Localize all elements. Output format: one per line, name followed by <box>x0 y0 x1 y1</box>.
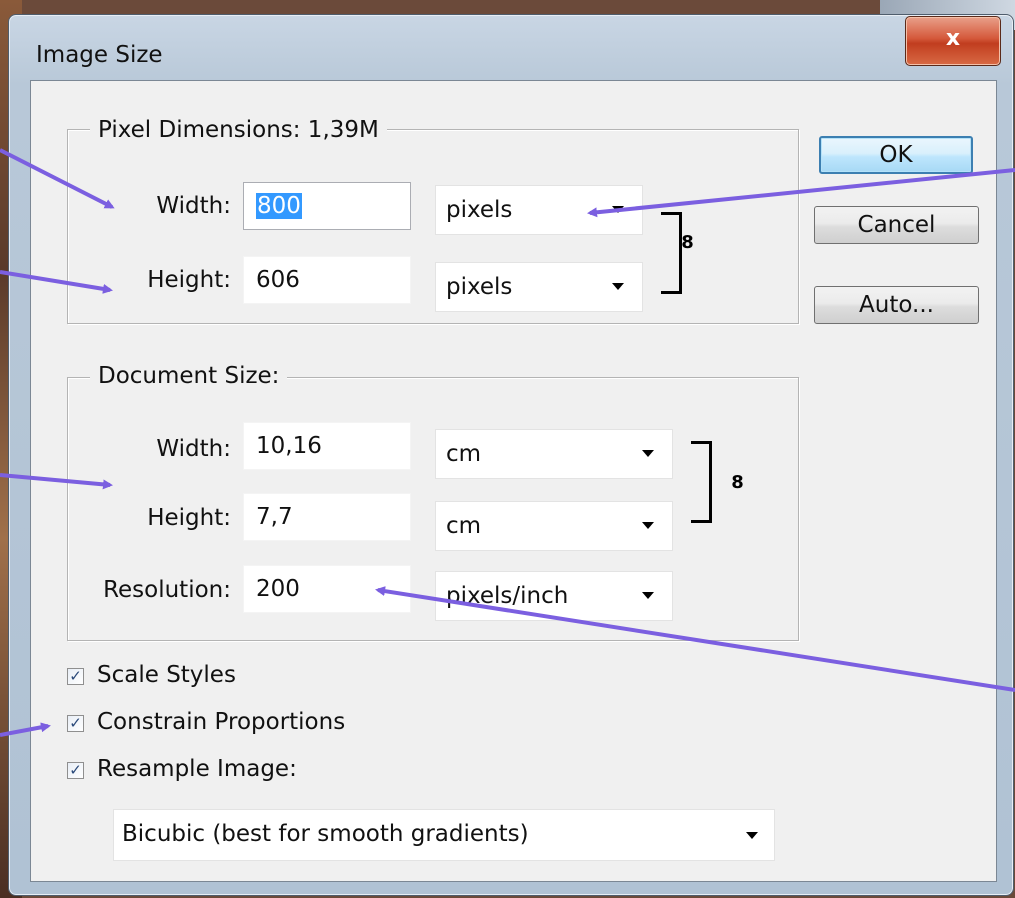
resolution-unit-value: pixels/inch <box>446 583 569 609</box>
pixel-width-label: Width: <box>156 193 231 219</box>
doc-width-value: 10,16 <box>256 433 322 459</box>
pixel-height-label: Height: <box>147 267 231 293</box>
doc-width-input[interactable]: 10,16 <box>243 422 411 470</box>
cancel-button[interactable]: Cancel <box>814 206 979 244</box>
constrain-proportions-checkbox[interactable]: ✓ <box>67 715 84 732</box>
pixel-width-input[interactable]: 800 <box>243 182 411 230</box>
doc-height-unit-value: cm <box>446 513 482 539</box>
doc-height-input[interactable]: 7,7 <box>243 493 411 541</box>
chevron-down-icon <box>746 832 758 839</box>
chain-link-icon: 8 <box>731 472 744 493</box>
document-size-legend: Document Size: <box>90 363 288 389</box>
scale-styles-label: Scale Styles <box>97 662 236 688</box>
resample-method-value: Bicubic (best for smooth gradients) <box>122 821 529 847</box>
pixel-height-unit-select[interactable]: pixels <box>435 262 643 312</box>
doc-height-label: Height: <box>147 505 231 531</box>
doc-width-label: Width: <box>156 436 231 462</box>
resample-method-select[interactable]: Bicubic (best for smooth gradients) <box>113 809 775 861</box>
pixel-dimensions-legend: Pixel Dimensions: 1,39M <box>90 117 387 143</box>
resample-image-label: Resample Image: <box>97 756 297 782</box>
chain-link-icon: 8 <box>681 232 694 253</box>
auto-button[interactable]: Auto... <box>814 286 979 324</box>
chevron-down-icon <box>612 283 624 290</box>
doc-height-unit-select[interactable]: cm <box>435 501 673 551</box>
pixel-height-unit-value: pixels <box>446 274 513 300</box>
close-button[interactable]: x <box>905 16 1001 66</box>
doc-width-unit-value: cm <box>446 441 482 467</box>
resolution-value: 200 <box>256 576 300 602</box>
dialog-title: Image Size <box>36 42 163 68</box>
pixel-width-value: 800 <box>256 193 302 219</box>
resolution-unit-select[interactable]: pixels/inch <box>435 571 673 621</box>
chevron-down-icon <box>612 206 624 213</box>
chevron-down-icon <box>642 450 654 457</box>
close-icon: x <box>945 26 961 51</box>
resolution-label: Resolution: <box>103 577 231 603</box>
pixel-dimensions-group <box>67 129 799 324</box>
resample-image-checkbox[interactable]: ✓ <box>67 762 84 779</box>
doc-link-bracket <box>691 441 712 523</box>
chevron-down-icon <box>642 522 654 529</box>
pixel-width-unit-select[interactable]: pixels <box>435 185 643 235</box>
resolution-input[interactable]: 200 <box>243 565 411 613</box>
constrain-proportions-label: Constrain Proportions <box>97 709 346 735</box>
chevron-down-icon <box>642 592 654 599</box>
pixel-width-unit-value: pixels <box>446 197 513 223</box>
scale-styles-checkbox[interactable]: ✓ <box>67 668 84 685</box>
pixel-height-value: 606 <box>256 267 300 293</box>
doc-width-unit-select[interactable]: cm <box>435 429 673 479</box>
pixel-link-bracket <box>661 212 682 294</box>
dialog-client-area: Pixel Dimensions: 1,39M Width: 800 pixel… <box>30 80 997 882</box>
ok-button[interactable]: OK <box>819 136 973 174</box>
doc-height-value: 7,7 <box>256 504 293 530</box>
pixel-height-input[interactable]: 606 <box>243 256 411 304</box>
